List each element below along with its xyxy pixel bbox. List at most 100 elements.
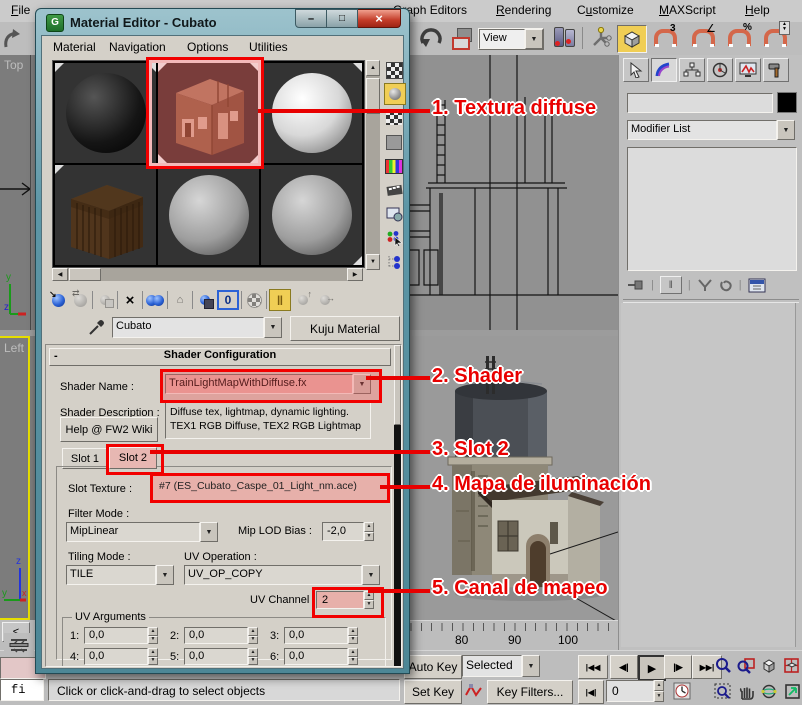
video-color-check-icon[interactable] bbox=[384, 156, 404, 176]
zoom-extents-button[interactable] bbox=[758, 653, 780, 677]
material-name-dropdown[interactable]: Cubato ▼ bbox=[112, 317, 282, 338]
coord-system-dropdown[interactable]: View ▼ bbox=[478, 28, 544, 50]
material-editor-options-icon[interactable] bbox=[384, 204, 404, 224]
material-map-navigator-icon[interactable] bbox=[384, 252, 404, 272]
close-button[interactable]: × bbox=[358, 9, 401, 28]
chevron-down-icon[interactable]: ▼ bbox=[264, 317, 282, 338]
sample-slot-5[interactable] bbox=[158, 165, 259, 265]
selected-filter-dropdown[interactable]: Selected ▼ bbox=[462, 655, 540, 677]
arc-rotate-button[interactable] bbox=[758, 679, 780, 703]
uv-arg-field-3[interactable]: 0,0▲▼ bbox=[284, 627, 358, 644]
make-material-copy-icon[interactable] bbox=[145, 290, 165, 310]
use-pivot-center-icon[interactable] bbox=[552, 27, 576, 49]
snap-3d-icon[interactable]: 3 bbox=[654, 29, 677, 46]
open-mini-curve-editor-icon[interactable] bbox=[4, 633, 34, 657]
get-material-icon[interactable]: ↘ bbox=[48, 290, 68, 310]
configure-modifier-sets-icon[interactable] bbox=[748, 278, 766, 293]
uv-arg-field-5[interactable]: 0,0▲▼ bbox=[184, 648, 258, 665]
uv-arg-spinner[interactable]: ▲▼ bbox=[148, 627, 158, 644]
viewport-top[interactable]: Top yz bbox=[0, 55, 31, 330]
material-type-button[interactable]: Kuju Material bbox=[290, 316, 400, 341]
uv-arg-field-6[interactable]: 0,0▲▼ bbox=[284, 648, 358, 665]
key-filters-button[interactable]: Key Filters... bbox=[487, 680, 573, 704]
chevron-down-icon[interactable]: ▼ bbox=[777, 120, 795, 140]
me-menu-material[interactable]: Material bbox=[44, 37, 105, 57]
set-key-button[interactable]: Set Key bbox=[404, 680, 462, 704]
reset-map-icon[interactable]: × bbox=[120, 290, 140, 310]
chevron-down-icon[interactable]: ▼ bbox=[525, 29, 543, 49]
go-to-start-button[interactable]: |◀◀ bbox=[578, 655, 608, 679]
tab-motion[interactable] bbox=[707, 58, 733, 82]
help-fw2-wiki-button[interactable]: Help @ FW2 Wiki bbox=[60, 417, 158, 442]
next-frame-button[interactable]: |▶ bbox=[664, 655, 692, 679]
uv-arg-spinner[interactable]: ▲▼ bbox=[148, 648, 158, 665]
make-unique-icon[interactable] bbox=[697, 278, 713, 292]
mip-lod-spinner[interactable]: ▲▼ bbox=[364, 522, 374, 541]
slot-texture-value[interactable]: #7 (ES_Cubato_Caspe_01_Light_nm.ace) bbox=[153, 476, 387, 492]
previous-frame-button[interactable]: ◀| bbox=[610, 655, 638, 679]
select-scale-icon[interactable] bbox=[452, 28, 472, 48]
chevron-down-icon[interactable]: ▼ bbox=[200, 522, 218, 542]
params-scroll-thumb[interactable] bbox=[394, 345, 401, 425]
slots-vscrollbar[interactable]: ▲ ▼ bbox=[366, 60, 380, 266]
go-to-parent-icon[interactable]: ↑ bbox=[293, 290, 313, 310]
uv-arg-field-4[interactable]: 0,0▲▼ bbox=[84, 648, 158, 665]
maximize-button[interactable]: □ bbox=[327, 9, 358, 28]
spin-up-icon[interactable]: ▲ bbox=[654, 680, 664, 691]
sample-type-icon[interactable] bbox=[384, 60, 404, 80]
frame-spinner[interactable]: ▲▼ bbox=[654, 680, 664, 702]
minimize-button[interactable]: – bbox=[295, 9, 327, 28]
pick-material-eyedropper-icon[interactable] bbox=[88, 318, 106, 336]
tab-hierarchy[interactable] bbox=[679, 58, 705, 82]
tab-modify[interactable] bbox=[651, 58, 677, 82]
new-key-filter-icon[interactable] bbox=[464, 682, 484, 700]
show-end-result-stack-icon[interactable]: ‖ bbox=[660, 276, 682, 294]
auto-key-button[interactable]: Auto Key bbox=[404, 655, 462, 679]
percent-snap-icon[interactable]: % bbox=[728, 29, 751, 46]
remove-modifier-icon[interactable] bbox=[719, 278, 733, 292]
slots-hscrollbar[interactable]: ◀ ▶ bbox=[52, 268, 363, 281]
zoom-all-button[interactable] bbox=[735, 653, 757, 677]
spinner-snap-icon[interactable]: ▲▼ bbox=[764, 29, 787, 46]
key-mode-toggle-button[interactable]: |◀| bbox=[578, 680, 604, 704]
menu-maxscript[interactable]: MAXScript bbox=[650, 0, 725, 20]
title-bar[interactable]: G Material Editor - Cubato – □ × bbox=[36, 9, 409, 35]
scroll-right-icon[interactable]: ▶ bbox=[347, 268, 363, 281]
uv-arg-field-2[interactable]: 0,0▲▼ bbox=[184, 627, 258, 644]
scroll-down-icon[interactable]: ▼ bbox=[366, 254, 380, 270]
zoom-button[interactable] bbox=[712, 653, 734, 677]
tab-create[interactable] bbox=[623, 58, 649, 82]
filter-mode-dropdown[interactable]: MipLinear ▼ bbox=[66, 522, 218, 542]
chevron-down-icon[interactable]: ▼ bbox=[362, 565, 380, 585]
uv-arg-field-1[interactable]: 0,0▲▼ bbox=[84, 627, 158, 644]
menu-file[interactable]: File bbox=[2, 0, 39, 20]
object-name-field[interactable] bbox=[627, 93, 773, 113]
current-frame-field[interactable]: 0 ▲▼ bbox=[606, 680, 664, 702]
modifier-stack-list[interactable] bbox=[627, 147, 797, 271]
undo-icon[interactable] bbox=[2, 27, 28, 51]
uv-arg-spinner[interactable]: ▲▼ bbox=[248, 627, 258, 644]
me-menu-navigation[interactable]: Navigation bbox=[100, 37, 175, 57]
backlight-icon[interactable] bbox=[384, 83, 406, 105]
rollout-header-shader-configuration[interactable]: - Shader Configuration bbox=[49, 348, 391, 366]
scroll-up-icon[interactable]: ▲ bbox=[366, 60, 380, 76]
menu-rendering[interactable]: Rendering bbox=[487, 0, 560, 20]
uv-arg-spinner[interactable]: ▲▼ bbox=[348, 648, 358, 665]
object-color-swatch[interactable] bbox=[777, 92, 797, 113]
angle-snap-icon[interactable]: ∠ bbox=[692, 29, 715, 46]
sample-slot-6[interactable] bbox=[261, 165, 362, 265]
tab-utilities[interactable] bbox=[763, 58, 789, 82]
uv-arg-spinner[interactable]: ▲▼ bbox=[248, 648, 258, 665]
chevron-down-icon[interactable]: ▼ bbox=[522, 655, 540, 677]
scroll-left-icon[interactable]: ◀ bbox=[52, 268, 68, 281]
menu-customize[interactable]: Customize bbox=[568, 0, 643, 20]
pan-button[interactable] bbox=[735, 679, 757, 703]
go-forward-to-sibling-icon[interactable]: → bbox=[315, 290, 335, 310]
make-unique-material-icon[interactable]: ⌂ bbox=[170, 290, 190, 310]
track-bar[interactable]: 0 80 90 100 bbox=[400, 620, 618, 652]
zoom-extents-all-button[interactable] bbox=[781, 653, 802, 677]
select-rotate-icon[interactable] bbox=[418, 26, 444, 52]
tab-display[interactable] bbox=[735, 58, 761, 82]
maximize-viewport-toggle-button[interactable] bbox=[781, 679, 802, 703]
snaps-toggle-button[interactable] bbox=[617, 25, 647, 53]
